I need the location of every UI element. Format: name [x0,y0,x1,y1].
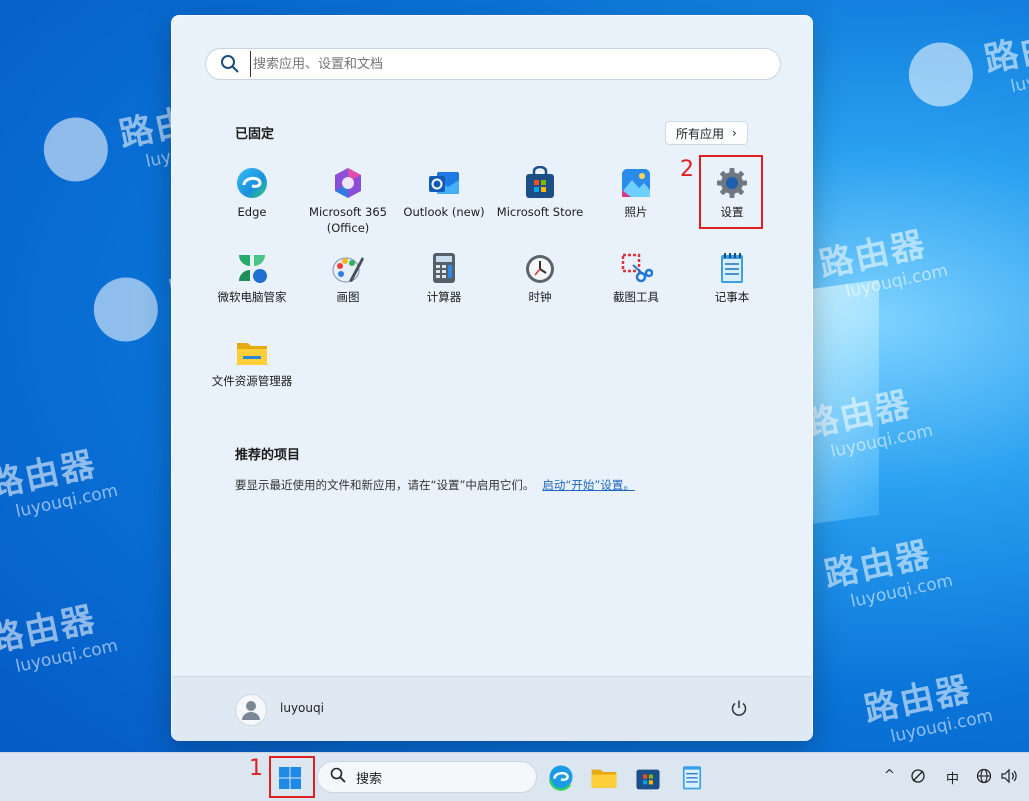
user-name[interactable]: luyouqi [280,701,324,715]
watermark: 路由器luyouqi.com [0,599,120,677]
recommended-description: 要显示最近使用的文件和新应用，请在“设置”中启用它们。 启动“开始”设置。 [235,478,635,492]
pinned-app-paint[interactable]: 画图 [300,251,396,305]
search-icon [220,54,240,74]
notepad-icon [715,251,749,285]
pinned-app-photos[interactable]: 照片 [588,166,684,220]
taskbar-store-icon[interactable] [634,763,662,791]
edge-icon [235,166,269,200]
watermark: 路由器luyouqi.com [860,669,995,747]
all-apps-button[interactable]: 所有应用 › [665,121,748,145]
m365-icon [331,166,365,200]
pinned-app-clock[interactable]: 时钟 [492,251,588,305]
start-menu-footer: luyouqi [172,676,812,741]
pinned-app-store[interactable]: Microsoft Store [492,165,588,220]
watermark: 路由器luyouqi.com [902,8,1029,113]
globe-icon[interactable] [976,768,992,788]
ime-indicator[interactable]: 中 [946,768,959,787]
chevron-right-icon: › [732,126,737,140]
store-icon [523,165,557,200]
taskbar-file-explorer-icon[interactable] [590,763,618,791]
pinned-app-outlook[interactable]: Outlook (new) [396,166,492,220]
start-menu: 已固定 所有应用 › Edge Microsoft 365 (Office) O… [171,15,813,741]
watermark: 路由器luyouqi.com [820,534,955,612]
power-icon[interactable] [730,699,748,717]
recommended-section-title: 推荐的项目 [235,448,301,463]
pinned-app-pc-manager[interactable]: 微软电脑管家 [204,251,300,305]
pc-manager-icon [235,251,269,285]
calculator-icon [427,251,461,285]
taskbar-edge-icon[interactable] [547,763,575,791]
pinned-section-title: 已固定 [235,127,275,142]
user-avatar[interactable] [235,694,267,726]
settings-highlight-box [699,155,763,229]
pinned-app-snipping-tool[interactable]: 截图工具 [588,251,684,305]
pinned-app-m365[interactable]: Microsoft 365 (Office) [300,166,396,236]
paint-icon [331,251,365,285]
pinned-app-calculator[interactable]: 计算器 [396,251,492,305]
taskbar: 搜索 ^ 中 [0,752,1029,801]
pinned-app-file-explorer[interactable]: 文件资源管理器 [204,335,300,389]
start-button-highlight-box [269,756,315,798]
photos-icon [619,166,653,200]
pinned-app-notepad[interactable]: 记事本 [684,251,780,305]
watermark: 路由器luyouqi.com [0,444,120,522]
taskbar-search[interactable]: 搜索 [317,761,537,793]
search-icon [330,767,346,787]
network-icon[interactable] [910,768,926,788]
start-search-box[interactable] [205,48,781,80]
outlook-icon [427,166,461,200]
step-2-label: 2 [680,157,694,182]
start-settings-link[interactable]: 启动“开始”设置。 [542,478,634,492]
clock-icon [523,251,557,285]
start-search-input[interactable] [250,51,775,77]
volume-icon[interactable] [1000,768,1018,788]
step-1-label: 1 [249,756,263,781]
pinned-app-edge[interactable]: Edge [204,166,300,220]
chevron-up-icon[interactable]: ^ [884,768,895,783]
taskbar-notepad-icon[interactable] [678,763,706,791]
folder-icon [235,335,269,369]
snipping-icon [619,251,654,285]
